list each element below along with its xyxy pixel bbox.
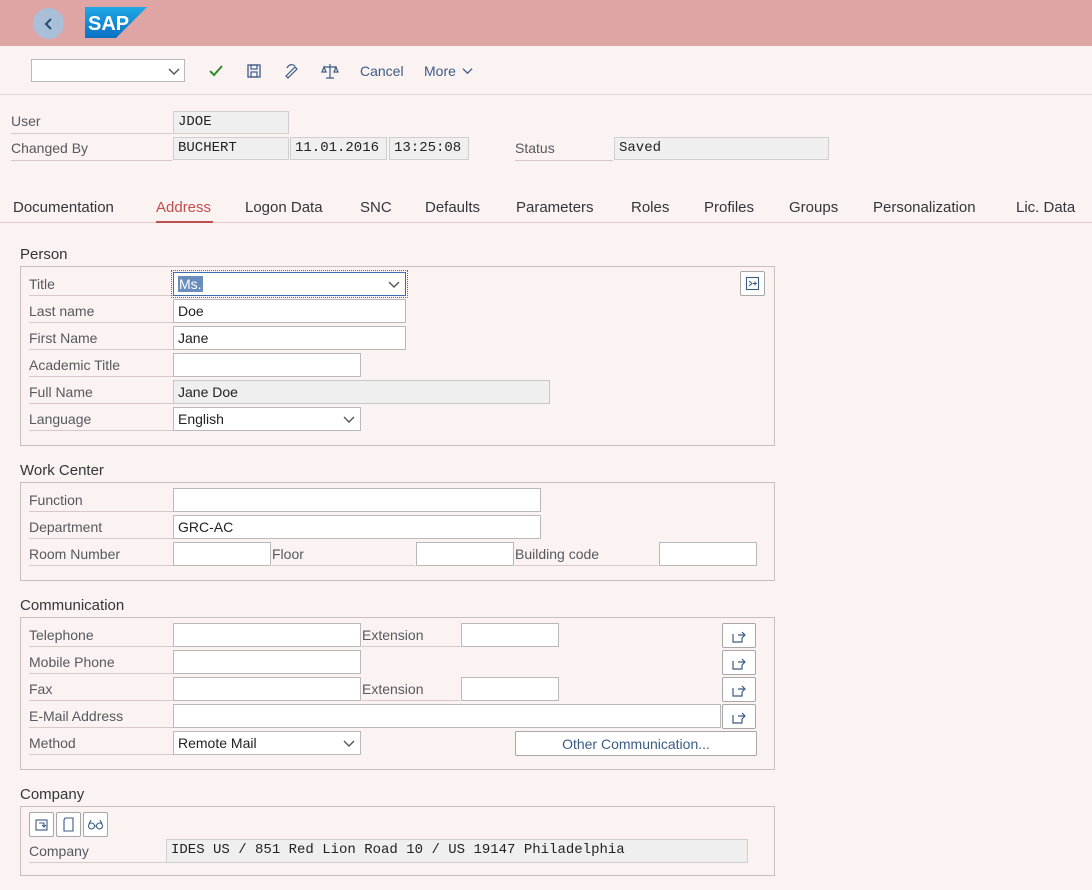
first-name-input[interactable]: Jane [173, 326, 406, 350]
last-name-input[interactable]: Doe [173, 299, 406, 323]
function-label: Function [29, 492, 173, 512]
copy-address-icon[interactable] [29, 812, 54, 837]
svg-text:SAP: SAP [88, 13, 129, 35]
more-label: More [424, 63, 456, 79]
email-input[interactable] [173, 704, 721, 728]
method-label: Method [29, 735, 173, 755]
title-value: Ms. [178, 276, 203, 292]
language-label: Language [29, 411, 173, 431]
method-value: Remote Mail [178, 735, 257, 751]
title-label: Title [29, 276, 173, 296]
tab-groups[interactable]: Groups [789, 199, 838, 216]
chevron-down-icon [462, 68, 473, 75]
company-field: IDES US / 851 Red Lion Road 10 / US 1914… [166, 839, 748, 863]
full-name-field: Jane Doe [173, 380, 550, 404]
extension-label: Extension [362, 627, 460, 647]
building-code-label: Building code [515, 546, 658, 566]
email-label: E-Mail Address [29, 708, 173, 728]
work-center-section-title: Work Center [20, 462, 104, 479]
tab-roles[interactable]: Roles [631, 199, 669, 216]
tab-snc[interactable]: SNC [360, 199, 392, 216]
export-arrow-icon [732, 685, 746, 697]
department-label: Department [29, 519, 173, 539]
telephone-extension-input[interactable] [461, 623, 559, 647]
changed-by-field: BUCHERT [173, 137, 289, 160]
building-code-input[interactable] [659, 542, 757, 566]
tab-lic-data[interactable]: Lic. Data [1016, 199, 1075, 216]
command-field[interactable] [31, 59, 185, 82]
tab-address[interactable]: Address [156, 199, 211, 216]
document-icon[interactable] [56, 812, 81, 837]
floor-label: Floor [272, 546, 415, 566]
user-field: JDOE [173, 111, 289, 134]
last-name-label: Last name [29, 303, 173, 323]
language-value: English [178, 411, 224, 427]
chevron-down-icon [388, 281, 400, 288]
back-button[interactable] [33, 8, 64, 39]
chevron-down-icon [343, 416, 355, 423]
status-label: Status [515, 140, 613, 161]
shell-bar [0, 0, 1092, 46]
export-arrow-icon [732, 658, 746, 670]
export-arrow-icon [732, 631, 746, 643]
academic-title-input[interactable] [173, 353, 361, 377]
sap-logo: SAP [85, 7, 147, 38]
email-more-button[interactable] [722, 704, 756, 729]
first-name-label: First Name [29, 330, 173, 350]
fax-extension-label: Extension [362, 681, 460, 701]
room-number-label: Room Number [29, 546, 173, 566]
chevron-left-icon [44, 17, 52, 30]
other-communication-button[interactable]: Other Communication... [515, 731, 757, 756]
fax-extension-input[interactable] [461, 677, 559, 701]
method-select[interactable]: Remote Mail [173, 731, 361, 755]
tab-documentation[interactable]: Documentation [13, 199, 114, 216]
chevron-down-icon [343, 740, 355, 747]
balance-icon[interactable] [320, 61, 340, 81]
more-button[interactable]: More [424, 63, 473, 79]
tab-parameters[interactable]: Parameters [516, 199, 594, 216]
company-label: Company [29, 843, 166, 863]
chevron-down-icon [168, 68, 180, 75]
language-select[interactable]: English [173, 407, 361, 431]
room-number-input[interactable] [173, 542, 271, 566]
save-icon[interactable] [244, 61, 264, 81]
user-label: User [11, 113, 172, 134]
tab-defaults[interactable]: Defaults [425, 199, 480, 216]
academic-title-label: Academic Title [29, 357, 173, 377]
fax-label: Fax [29, 681, 173, 701]
active-tab-indicator [156, 221, 213, 223]
mobile-more-button[interactable] [722, 650, 756, 675]
telephone-input[interactable] [173, 623, 361, 647]
person-section-title: Person [20, 246, 68, 263]
cancel-button[interactable]: Cancel [360, 63, 404, 79]
company-section-title: Company [20, 786, 85, 803]
communication-section-title: Communication [20, 597, 125, 614]
mobile-phone-input[interactable] [173, 650, 361, 674]
tab-personalization[interactable]: Personalization [873, 199, 976, 216]
tab-logon-data[interactable]: Logon Data [245, 199, 323, 216]
changed-by-label: Changed By [11, 140, 172, 161]
full-name-label: Full Name [29, 384, 173, 404]
edit-display-icon[interactable] [282, 61, 302, 81]
department-input[interactable]: GRC-AC [173, 515, 541, 539]
telephone-more-button[interactable] [722, 623, 756, 648]
expand-fields-icon[interactable] [740, 271, 765, 296]
glasses-icon[interactable] [83, 812, 108, 837]
check-icon[interactable] [206, 61, 226, 81]
telephone-label: Telephone [29, 627, 173, 647]
changed-date-field: 11.01.2016 [290, 137, 387, 160]
export-arrow-icon [732, 712, 746, 724]
fax-input[interactable] [173, 677, 361, 701]
mobile-phone-label: Mobile Phone [29, 654, 173, 674]
status-field: Saved [614, 137, 829, 160]
fax-more-button[interactable] [722, 677, 756, 702]
floor-input[interactable] [416, 542, 514, 566]
tab-profiles[interactable]: Profiles [704, 199, 754, 216]
changed-time-field: 13:25:08 [389, 137, 469, 160]
title-select[interactable]: Ms. [171, 270, 408, 298]
function-input[interactable] [173, 488, 541, 512]
